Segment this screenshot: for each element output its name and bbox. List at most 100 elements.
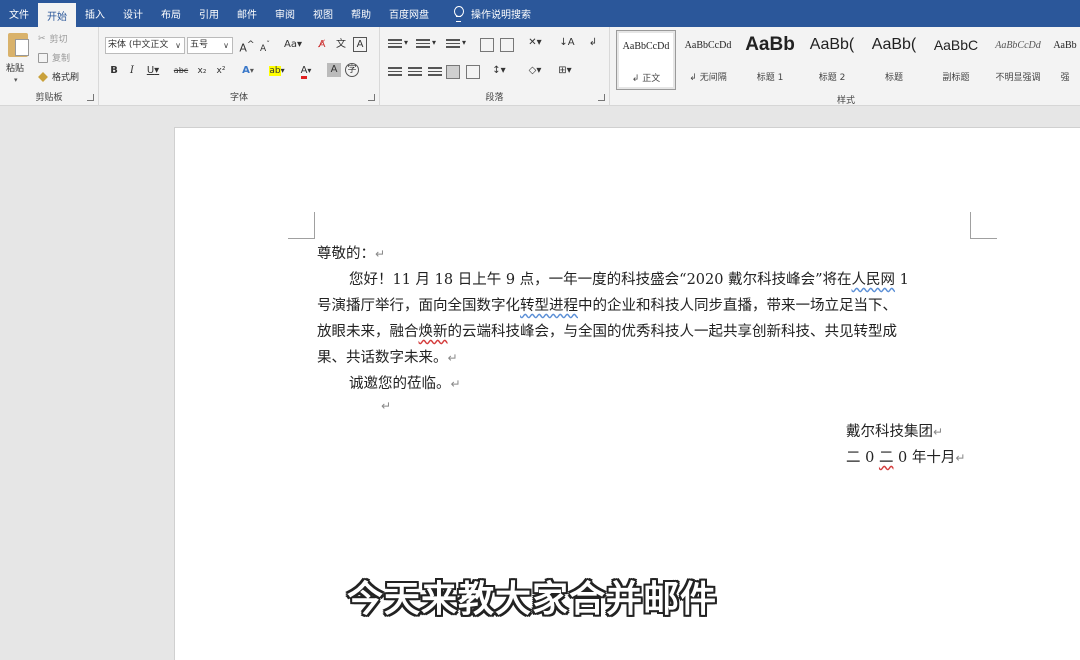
signature-text: 戴尔科技集团 [846, 424, 933, 440]
paste-button[interactable]: 粘贴 ▾ [0, 27, 34, 89]
enclose-characters-icon: 字 [347, 65, 357, 75]
style-normal[interactable]: AaBbCcDd ↲ 正文 [616, 30, 676, 90]
change-case-button[interactable]: Aa▾ [281, 37, 305, 54]
style-no-spacing[interactable]: AaBbCcDd ↲ 无间隔 [678, 30, 738, 90]
style-sample: AaBb( [809, 36, 855, 53]
borders-icon[interactable]: ⊞▾ [554, 63, 576, 80]
phonetic-guide-icon: 文 [336, 39, 346, 50]
align-right-icon[interactable] [428, 67, 442, 79]
font-group: 宋体 (中文正文 ∨ 五号 ∨ A^ Aˇ Aa▾ A̸ 文 A B I U▾ … [99, 27, 380, 106]
tab-home[interactable]: 开始 [38, 3, 76, 27]
style-name: 副标题 [942, 73, 970, 83]
ribbon-tab-bar: 文件 开始 插入 设计 布局 引用 邮件 审阅 视图 帮助 百度网盘 操作说明搜… [0, 0, 1080, 27]
subscript-button[interactable]: x₂ [194, 63, 210, 80]
style-heading-2[interactable]: AaBb( 标题 2 [802, 30, 862, 90]
shrink-font-button[interactable]: Aˇ [257, 37, 273, 54]
character-shading-icon: A [330, 64, 338, 75]
style-subtitle[interactable]: AaBbC 副标题 [926, 30, 986, 90]
format-painter-button[interactable]: 格式刷 [38, 70, 79, 83]
grow-font-button[interactable]: A^ [239, 37, 255, 55]
increase-indent-icon[interactable] [500, 38, 514, 52]
paragraph-mark: ↵ [375, 247, 386, 261]
tab-insert[interactable]: 插入 [76, 0, 114, 27]
style-subtle-emphasis[interactable]: AaBbCcDd 不明显强调 [988, 30, 1048, 90]
line-spacing-icon[interactable]: ↕▾ [488, 63, 510, 80]
paragraph-mark: ↵ [447, 351, 458, 365]
font-color-button[interactable]: A▾ [295, 63, 317, 80]
show-marks-icon[interactable]: ↲ [586, 35, 600, 52]
bold-button[interactable]: B [107, 63, 121, 80]
tab-baidu-netdisk[interactable]: 百度网盘 [380, 0, 438, 27]
style-name: 标题 [884, 73, 903, 83]
font-name-select[interactable]: 宋体 (中文正文 ∨ [105, 37, 185, 54]
chevron-down-icon: ▾ [431, 38, 436, 47]
style-sample: AaBb [1053, 40, 1077, 51]
style-strong[interactable]: AaBb 强 [1050, 30, 1080, 90]
font-group-label: 字体 [229, 93, 248, 103]
style-title[interactable]: AaBb( 标题 [864, 30, 924, 90]
date-text: 0 年十月 [893, 450, 956, 466]
shading-icon[interactable]: ◇▾ [524, 63, 546, 80]
tab-help[interactable]: 帮助 [342, 0, 380, 27]
style-name: 强 [1060, 73, 1070, 83]
clear-formatting-button[interactable]: A̸ [315, 37, 329, 54]
style-sample: AaBbC [933, 37, 979, 53]
font-size-select[interactable]: 五号 ∨ [187, 37, 233, 54]
copy-button[interactable]: 复制 [38, 51, 70, 64]
align-center-icon[interactable] [408, 67, 422, 79]
character-border-button[interactable]: A [353, 37, 367, 52]
tab-design[interactable]: 设计 [114, 0, 152, 27]
video-caption: 今天来教大家合并邮件 [347, 579, 718, 620]
bullets-icon[interactable] [388, 39, 402, 51]
style-heading-1[interactable]: AaBb 标题 1 [740, 30, 800, 90]
clear-formatting-icon: A̸ [318, 39, 326, 50]
superscript-button[interactable]: x² [213, 63, 229, 80]
italic-icon: I [130, 65, 134, 76]
paragraph-mark: ↵ [381, 399, 392, 413]
character-shading-button[interactable]: A [327, 63, 341, 77]
chevron-down-icon: ∨ [223, 41, 229, 50]
multilevel-list-icon[interactable] [446, 39, 460, 51]
clipboard-launcher-icon[interactable] [87, 94, 94, 101]
chevron-down-icon: ▾ [14, 76, 18, 84]
cut-button[interactable]: ✂ 剪切 [38, 32, 68, 46]
distributed-icon[interactable] [466, 65, 480, 79]
align-left-icon[interactable] [388, 67, 402, 79]
salutation-line: 尊敬的：↵ [317, 242, 385, 263]
date-text: 二 0 [846, 450, 879, 466]
tab-view[interactable]: 视图 [304, 0, 342, 27]
styles-group-label: 样式 [836, 96, 855, 106]
decrease-indent-icon[interactable] [480, 38, 494, 52]
sort-icon[interactable]: ↓A [558, 35, 576, 52]
tell-me-search[interactable]: 操作说明搜索 [438, 0, 540, 27]
italic-button[interactable]: I [125, 63, 139, 80]
underline-button[interactable]: U▾ [143, 63, 163, 80]
style-sample: AaBb( [871, 36, 917, 53]
body-text: 果、共话数字未来。 [317, 350, 448, 366]
tab-mailings[interactable]: 邮件 [228, 0, 266, 27]
strikethrough-button[interactable]: abc [171, 63, 191, 80]
copy-label: 复制 [52, 54, 71, 64]
paragraph-launcher-icon[interactable] [598, 94, 605, 101]
justify-icon[interactable] [446, 65, 460, 79]
numbering-icon[interactable] [416, 39, 430, 51]
grammar-flag-text: 转型进程 [520, 298, 578, 314]
text-effects-button[interactable]: A▾ [237, 63, 259, 80]
phonetic-guide-button[interactable]: 文 [334, 37, 348, 54]
chevron-down-icon: ∨ [175, 41, 181, 50]
tab-review[interactable]: 审阅 [266, 0, 304, 27]
style-sample: AaBbCcDd [622, 41, 670, 52]
margin-corner-top-left [288, 212, 315, 239]
tab-file[interactable]: 文件 [0, 0, 38, 27]
style-sample: AaBb [745, 34, 795, 55]
enclose-characters-button[interactable]: 字 [345, 63, 359, 77]
change-case-icon: Aa [284, 39, 297, 50]
clipboard-group-label: 剪贴板 [35, 93, 63, 103]
tab-layout[interactable]: 布局 [152, 0, 190, 27]
grammar-flag-text: 人民网 [851, 272, 896, 288]
tab-references[interactable]: 引用 [190, 0, 228, 27]
font-launcher-icon[interactable] [368, 94, 375, 101]
highlight-color-button[interactable]: ab▾ [265, 63, 289, 80]
asian-layout-icon[interactable]: ✕▾ [526, 35, 544, 52]
date-line: 二 0 二 0 年十月↵ [846, 446, 965, 467]
